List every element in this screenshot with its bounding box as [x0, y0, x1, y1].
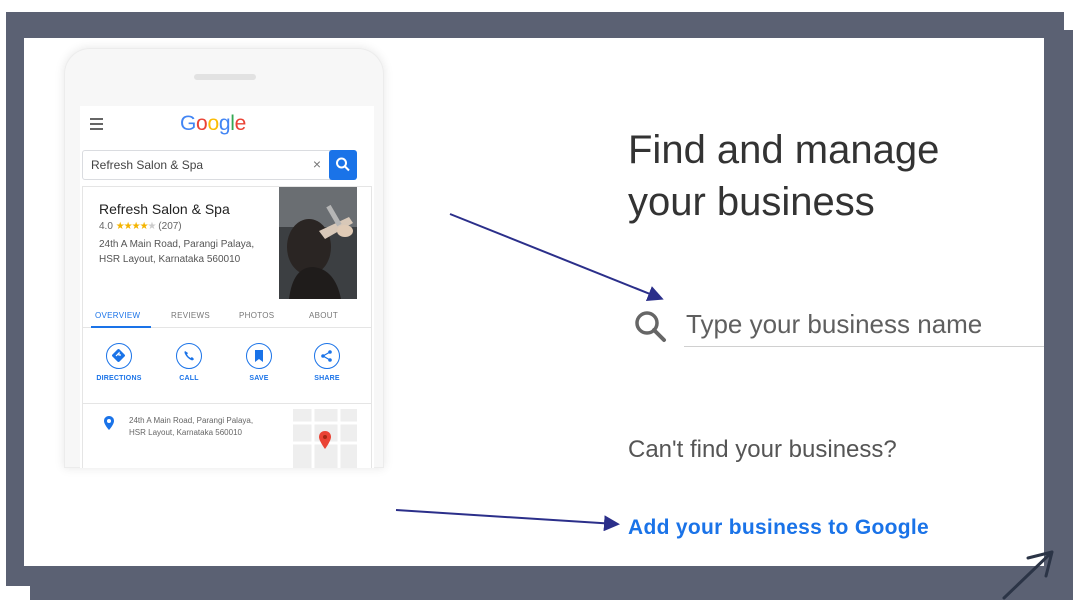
arrow-to-add-link: [395, 509, 620, 532]
arrow-to-search: [449, 213, 664, 301]
annotation-arrows: [395, 213, 664, 532]
content-card: Google Refresh Salon & Spa × Refresh Sal…: [24, 38, 1044, 566]
corner-arrow-icon: [1002, 550, 1054, 600]
